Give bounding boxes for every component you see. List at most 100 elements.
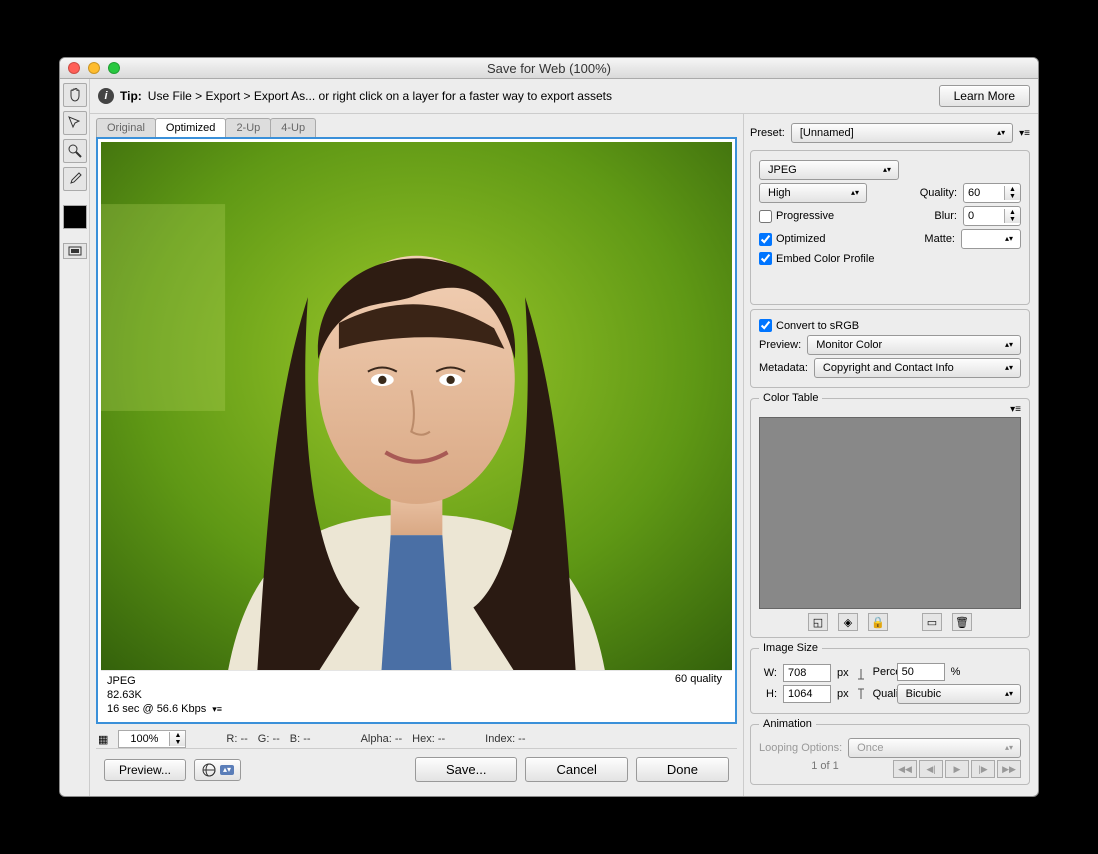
close-window-button[interactable] (68, 62, 80, 74)
eyedropper-tool[interactable] (63, 167, 87, 191)
resize-quality-label: Quality: (873, 688, 891, 700)
readout-r: R: -- (226, 733, 247, 745)
readout-alpha: Alpha: -- (361, 733, 403, 745)
preview-menu-icon[interactable]: ▾≡ (212, 704, 222, 715)
window-title: Save for Web (100%) (60, 61, 1038, 76)
color-table[interactable] (759, 417, 1021, 609)
percent-sign: % (951, 666, 961, 678)
right-panel: Preset: [Unnamed]▴▾ ▾≡ JPEG▴▾ (744, 114, 1038, 796)
percent-label: Percent: (873, 666, 891, 678)
embed-profile-checkbox[interactable]: Embed Color Profile (759, 252, 874, 265)
resize-quality-dropdown[interactable]: Bicubic▴▾ (897, 684, 1021, 704)
loop-label: Looping Options: (759, 742, 842, 754)
blur-label: Blur: (934, 210, 957, 222)
progressive-checkbox[interactable]: Progressive (759, 210, 834, 223)
done-button[interactable]: Done (636, 757, 729, 782)
first-frame-button: ◀◀ (893, 760, 917, 778)
constrain-link-icon[interactable] (855, 667, 867, 701)
h-px: px (837, 688, 849, 700)
quality-preset-dropdown[interactable]: High▴▾ (759, 183, 867, 203)
quality-input[interactable] (964, 187, 1004, 199)
preview-frame: JPEG 60 quality 82.63K 16 sec @ 56.6 Kbp… (96, 137, 737, 724)
zoom-tool[interactable] (63, 139, 87, 163)
ct-lock-icon[interactable]: 🔒 (868, 613, 888, 631)
preset-dropdown[interactable]: [Unnamed]▴▾ (791, 123, 1013, 143)
ct-snap-icon[interactable]: ◱ (808, 613, 828, 631)
ct-new-icon[interactable]: ▭ (922, 613, 942, 631)
frame-label: 1 of 1 (759, 760, 891, 778)
play-button: ▶ (945, 760, 969, 778)
ct-trash-icon[interactable]: 🗑 (952, 613, 972, 631)
loop-dropdown: Once▴▾ (848, 738, 1021, 758)
preview-info: JPEG 60 quality 82.63K 16 sec @ 56.6 Kbp… (101, 670, 732, 719)
save-for-web-window: Save for Web (100%) (59, 57, 1039, 797)
tab-4up[interactable]: 4-Up (270, 118, 316, 137)
tab-original[interactable]: Original (96, 118, 156, 137)
readout-b: B: -- (290, 733, 311, 745)
w-label: W: (759, 667, 777, 679)
image-size-title: Image Size (759, 642, 822, 654)
window-controls (60, 62, 120, 74)
preset-label: Preset: (750, 127, 785, 139)
w-px: px (837, 667, 849, 679)
metadata-label: Metadata: (759, 362, 808, 374)
toggle-slices-visibility[interactable] (63, 243, 87, 259)
preview-tabs: Original Optimized 2-Up 4-Up (96, 118, 737, 137)
metadata-dropdown[interactable]: Copyright and Contact Info▴▾ (814, 358, 1021, 378)
color-table-panel: Color Table ▾≡ ◱ ◈ 🔒 ▭ 🗑 (750, 392, 1030, 638)
color-settings: Convert to sRGB Preview: Monitor Color▴▾… (750, 309, 1030, 388)
next-frame-button: |▶ (971, 760, 995, 778)
readout-hex: Hex: -- (412, 733, 445, 745)
height-input[interactable] (783, 685, 831, 703)
slice-select-tool[interactable] (63, 111, 87, 135)
preset-menu-icon[interactable]: ▾≡ (1019, 128, 1030, 139)
learn-more-button[interactable]: Learn More (939, 85, 1030, 107)
tip-text: Use File > Export > Export As... or righ… (148, 89, 612, 103)
save-button[interactable]: Save... (415, 757, 517, 782)
preview-canvas[interactable] (101, 142, 732, 670)
matte-dropdown[interactable]: ▴▾ (961, 229, 1021, 249)
tab-2up[interactable]: 2-Up (225, 118, 271, 137)
animation-panel: Animation Looping Options: Once▴▾ 1 of 1… (750, 718, 1030, 785)
eyedropper-color-swatch[interactable] (63, 205, 87, 229)
convert-srgb-checkbox[interactable]: Convert to sRGB (759, 319, 859, 332)
info-size: 82.63K (107, 689, 726, 701)
readout-g: G: -- (258, 733, 280, 745)
preview-color-label: Preview: (759, 339, 801, 351)
zoom-stepper[interactable]: ▲▼ (169, 732, 185, 746)
matte-label: Matte: (924, 233, 955, 245)
format-dropdown[interactable]: JPEG▴▾ (759, 160, 899, 180)
bottom-bar: Preview... ▴▾ Save... Cancel Done (96, 748, 737, 790)
percent-input[interactable] (897, 663, 945, 681)
cancel-button[interactable]: Cancel (525, 757, 627, 782)
info-icon: i (98, 88, 114, 104)
image-size-panel: Image Size W: px H: (750, 642, 1030, 714)
grid-icon[interactable]: ▦ (98, 733, 108, 746)
zoom-window-button[interactable] (108, 62, 120, 74)
preview-column: Original Optimized 2-Up 4-Up (90, 114, 744, 796)
readout-index: Index: -- (485, 733, 525, 745)
quality-field[interactable]: ▲▼ (963, 183, 1021, 203)
tab-optimized[interactable]: Optimized (155, 118, 227, 137)
zoom-select[interactable]: ▲▼ (118, 730, 186, 748)
info-time: 16 sec @ 56.6 Kbps (107, 703, 206, 715)
minimize-window-button[interactable] (88, 62, 100, 74)
zoom-status-row: ▦ ▲▼ R: -- G: -- B: -- Alpha: -- Hex: -- (96, 724, 737, 748)
animation-title: Animation (759, 718, 816, 730)
info-quality: 60 quality (675, 673, 722, 685)
width-input[interactable] (783, 664, 831, 682)
tip-bar: i Tip: Use File > Export > Export As... … (90, 79, 1038, 114)
preview-button[interactable]: Preview... (104, 759, 186, 781)
ct-shift-icon[interactable]: ◈ (838, 613, 858, 631)
optimized-checkbox[interactable]: Optimized (759, 233, 826, 246)
hand-tool[interactable] (63, 83, 87, 107)
blur-input[interactable] (964, 210, 1004, 222)
color-table-menu-icon[interactable]: ▾≡ (1010, 404, 1021, 415)
titlebar: Save for Web (100%) (60, 58, 1038, 79)
zoom-input[interactable] (119, 731, 169, 747)
blur-field[interactable]: ▲▼ (963, 206, 1021, 226)
browser-select[interactable]: ▴▾ (194, 759, 241, 781)
quality-label: Quality: (920, 187, 957, 199)
preview-color-dropdown[interactable]: Monitor Color▴▾ (807, 335, 1021, 355)
last-frame-button: ▶▶ (997, 760, 1021, 778)
